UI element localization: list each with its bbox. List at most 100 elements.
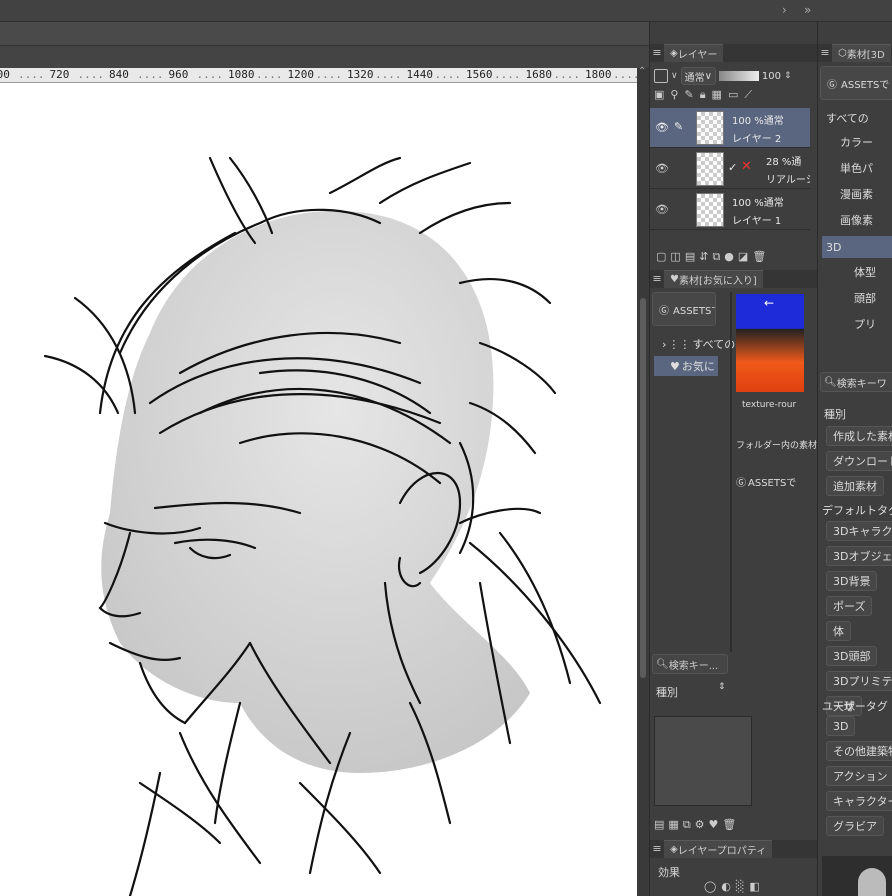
tree-item[interactable]: カラー bbox=[840, 134, 873, 150]
tag-button[interactable]: 3Dキャラクター bbox=[826, 521, 892, 541]
ruler-tick-dots: .... bbox=[18, 68, 45, 81]
layer-row[interactable]: 👁︎ ✓ ✕ 28 %通 リアルーシ bbox=[650, 149, 810, 189]
tree-item[interactable]: 単色パ bbox=[840, 160, 873, 176]
ruler-tick-dots: .... bbox=[494, 68, 521, 81]
apply-mask-icon[interactable]: ◪ bbox=[738, 250, 748, 268]
assets-search-button[interactable]: Ⓖ ASSETSで bbox=[820, 66, 892, 100]
blend-mode-select[interactable]: 通常 ∨ bbox=[680, 67, 716, 85]
search-placeholder: 検索キーワ bbox=[836, 378, 887, 390]
new-vector-icon[interactable]: ◫ bbox=[670, 250, 680, 268]
reference-icon[interactable]: ⚲ bbox=[670, 88, 678, 106]
texture-effect-icon[interactable]: ░ bbox=[736, 880, 744, 893]
tab-layer[interactable]: ◈ レイヤー bbox=[664, 44, 724, 62]
material-search-input[interactable]: 🔍︎ 検索キーワ bbox=[820, 372, 892, 392]
expand-arrow-icon[interactable]: › bbox=[782, 3, 787, 17]
chevron-down-icon[interactable]: ∨ bbox=[671, 71, 678, 81]
opacity-slider[interactable] bbox=[718, 71, 759, 81]
merge-icon[interactable]: ⧉ bbox=[712, 250, 720, 268]
tag-button[interactable]: 3Dプリミティブ bbox=[826, 671, 892, 691]
assets-item[interactable]: Ⓖ ASSETSで bbox=[736, 474, 796, 489]
tag-button[interactable]: 3D背景 bbox=[826, 571, 878, 591]
transfer-icon[interactable]: ⇵ bbox=[699, 250, 708, 268]
grid-view-icon[interactable]: ▦ bbox=[668, 818, 678, 836]
tree-item-favorites[interactable]: ♥ お気に bbox=[654, 356, 718, 376]
tree-item[interactable]: 体型 bbox=[854, 264, 876, 280]
chevron-updown-icon[interactable]: ⇕ bbox=[718, 682, 726, 692]
heart-icon[interactable]: ♥ bbox=[709, 818, 719, 836]
assets-search-button[interactable]: Ⓖ ASSETSで探 bbox=[652, 292, 716, 326]
tag-button[interactable]: 作成した素材 bbox=[826, 426, 892, 446]
lock-icon[interactable]: 🔒︎ bbox=[700, 88, 706, 106]
tree-item-all[interactable]: › ⋮⋮ すべての bbox=[662, 336, 735, 352]
delete-icon[interactable]: 🗑︎ bbox=[752, 250, 766, 268]
double-arrow-icon[interactable]: » bbox=[804, 3, 811, 17]
tree-item[interactable]: 頭部 bbox=[854, 290, 876, 306]
assets-logo-icon: Ⓖ bbox=[659, 305, 669, 317]
tag-button[interactable]: 3D bbox=[826, 716, 856, 736]
eye-icon[interactable]: 👁︎ bbox=[655, 203, 669, 216]
tree-item[interactable]: 3D bbox=[822, 236, 892, 258]
layer-row[interactable]: 👁︎ 100 %通常 レイヤー 1 bbox=[650, 190, 810, 230]
new-layer-icon[interactable]: ▢ bbox=[656, 250, 666, 268]
fav-search-input[interactable]: 🔍︎ 検索キー... bbox=[652, 654, 728, 674]
tag-button[interactable]: ポーズ bbox=[826, 596, 873, 616]
tab-layer-property[interactable]: ◈ レイヤープロパティ bbox=[664, 840, 773, 858]
panel-menu-icon[interactable]: ≡ bbox=[650, 46, 664, 60]
tree-item[interactable]: プリ bbox=[854, 316, 876, 332]
material-panel-header: ≡ ⬡ 素材[3D bbox=[818, 44, 892, 62]
new-folder-icon[interactable]: ▤ bbox=[685, 250, 695, 268]
lock-transparent-icon[interactable]: ▦ bbox=[712, 88, 722, 106]
eye-icon[interactable]: 👁︎ bbox=[655, 121, 669, 134]
tag-button[interactable]: 体 bbox=[826, 621, 851, 641]
layer-color-swatch[interactable] bbox=[654, 69, 668, 83]
layer-row[interactable]: 👁︎ ✎ 100 %通常 レイヤー 2 bbox=[650, 108, 810, 148]
delete-icon[interactable]: 🗑︎ bbox=[722, 818, 736, 836]
tag-button[interactable]: アクション bbox=[826, 766, 892, 786]
ruler-tick-dots: .... bbox=[613, 68, 637, 81]
layer-thumbnail bbox=[696, 193, 724, 227]
layer-panel-header: ≡ ◈ レイヤー bbox=[650, 44, 818, 62]
scrollbar-thumb[interactable] bbox=[640, 298, 646, 678]
clip-icon[interactable]: ▣ bbox=[654, 88, 664, 106]
tree-item[interactable]: 画像素 bbox=[840, 212, 873, 228]
texture-thumbnail[interactable]: ← bbox=[736, 294, 804, 392]
opacity-value[interactable]: 100 bbox=[762, 71, 781, 82]
ruler-tick-dots: .... bbox=[137, 68, 164, 81]
tag-button[interactable]: ダウンロード bbox=[826, 451, 892, 471]
mask-icon[interactable]: ▭ bbox=[728, 88, 738, 106]
list-view-icon[interactable]: ▤ bbox=[654, 818, 664, 836]
stepper-icon[interactable]: ⇕ bbox=[784, 71, 792, 81]
panel-menu-icon[interactable]: ≡ bbox=[650, 842, 664, 856]
tag-button[interactable]: その他建築物 bbox=[826, 741, 892, 761]
tag-button[interactable]: 3D頭部 bbox=[826, 646, 878, 666]
drawing-canvas[interactable] bbox=[0, 83, 637, 896]
ruler-tick-label: 600 bbox=[0, 68, 10, 81]
canvas-vertical-scrollbar[interactable]: ⌃ bbox=[637, 66, 649, 896]
ruler-icon[interactable]: ⟋ bbox=[744, 88, 752, 106]
border-effect-icon[interactable]: ◯ bbox=[704, 880, 716, 893]
scroll-up-icon[interactable]: ⌃ bbox=[638, 66, 646, 77]
ruler-tick-label: 960 bbox=[168, 68, 189, 81]
tone-effect-icon[interactable]: ◐ bbox=[721, 880, 731, 893]
color-effect-icon[interactable]: ◧ bbox=[749, 880, 759, 893]
settings-icon[interactable]: ⚙︎ bbox=[695, 818, 705, 836]
ruler-tick-label: 1320 bbox=[347, 68, 374, 81]
material-kind-label: 種別 bbox=[824, 408, 846, 421]
paste-icon[interactable]: ⧉ bbox=[683, 818, 691, 836]
tag-button[interactable]: グラビア bbox=[826, 816, 884, 836]
tab-fav-material[interactable]: ♥ 素材[お気に入り] bbox=[664, 270, 763, 288]
tree-item[interactable]: 漫画素 bbox=[840, 186, 873, 202]
ruler-tick-label: 1200 bbox=[287, 68, 315, 81]
fav-bottom-toolbar: ▤ ▦ ⧉ ⚙︎ ♥ 🗑︎ bbox=[654, 818, 816, 836]
tag-button[interactable]: キャラクター bbox=[826, 791, 892, 811]
panel-menu-icon[interactable]: ≡ bbox=[650, 272, 664, 286]
draft-icon[interactable]: ✎ bbox=[684, 88, 693, 106]
tag-button[interactable]: 3Dオブジェクト bbox=[826, 546, 892, 566]
ruler-tick-dots: .... bbox=[553, 68, 581, 81]
tab-material-3d[interactable]: ⬡ 素材[3D bbox=[832, 44, 891, 62]
tree-item[interactable]: すべての bbox=[826, 110, 869, 126]
panel-menu-icon[interactable]: ≡ bbox=[818, 46, 832, 60]
mask-add-icon[interactable]: ● bbox=[724, 250, 734, 268]
tag-button[interactable]: 追加素材 bbox=[826, 476, 884, 496]
eye-icon[interactable]: 👁︎ bbox=[655, 162, 669, 175]
